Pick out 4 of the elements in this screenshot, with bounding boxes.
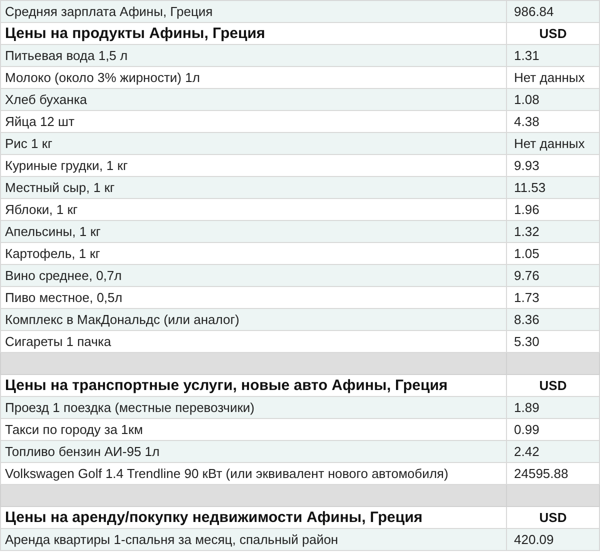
table-cell: 420.09	[506, 528, 600, 550]
table-cell: 986.84	[506, 0, 600, 22]
table-cell: Средняя зарплата Афины, Греция	[0, 0, 506, 22]
table-cell: Аренда квартиры 1-спальня за месяц, спальный район	[0, 528, 506, 550]
